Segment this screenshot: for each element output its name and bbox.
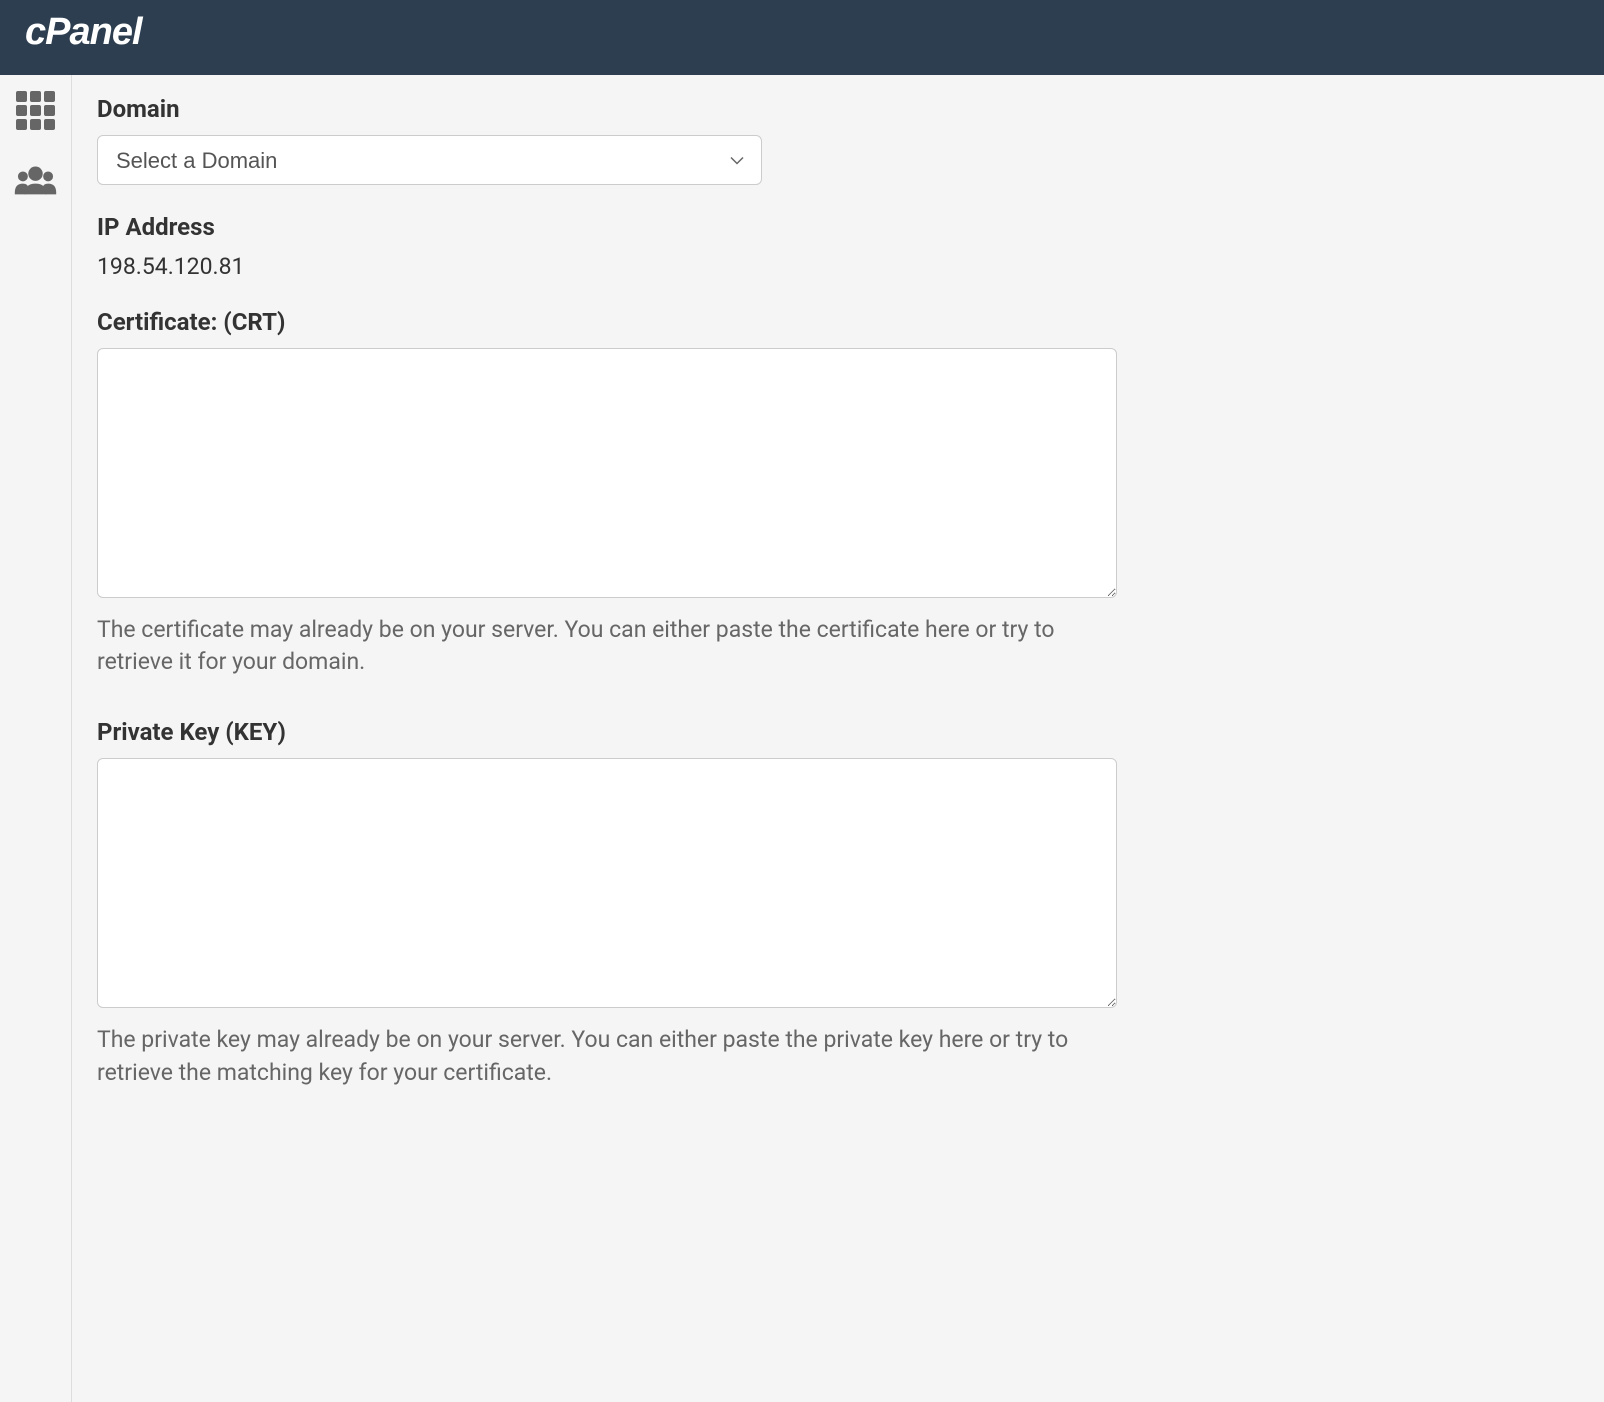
cpanel-logo[interactable]: cPanel xyxy=(25,14,167,62)
svg-text:cPanel: cPanel xyxy=(25,14,144,52)
main-container: Domain Select a Domain IP Address 198.54… xyxy=(0,75,1604,1402)
certificate-textarea[interactable] xyxy=(97,348,1117,598)
ip-address-group: IP Address 198.54.120.81 xyxy=(97,213,1579,280)
private-key-group: Private Key (KEY) The private key may al… xyxy=(97,718,1579,1088)
users-icon xyxy=(13,162,58,198)
grid-apps-icon xyxy=(16,91,55,130)
content-area: Domain Select a Domain IP Address 198.54… xyxy=(72,75,1604,1402)
private-key-label: Private Key (KEY) xyxy=(97,718,1579,746)
header: cPanel xyxy=(0,0,1604,75)
certificate-label: Certificate: (CRT) xyxy=(97,308,1579,336)
domain-select-wrapper: Select a Domain xyxy=(97,135,762,185)
sidebar-item-grid[interactable] xyxy=(13,90,58,130)
ip-address-value: 198.54.120.81 xyxy=(97,253,1579,280)
domain-group: Domain Select a Domain xyxy=(97,95,1579,185)
ip-address-label: IP Address xyxy=(97,213,1579,241)
private-key-textarea[interactable] xyxy=(97,758,1117,1008)
sidebar xyxy=(0,75,72,1402)
certificate-help-text: The certificate may already be on your s… xyxy=(97,614,1107,678)
sidebar-item-users[interactable] xyxy=(13,160,58,200)
domain-label: Domain xyxy=(97,95,1579,123)
domain-select[interactable]: Select a Domain xyxy=(97,135,762,185)
private-key-help-text: The private key may already be on your s… xyxy=(97,1024,1107,1088)
certificate-group: Certificate: (CRT) The certificate may a… xyxy=(97,308,1579,678)
